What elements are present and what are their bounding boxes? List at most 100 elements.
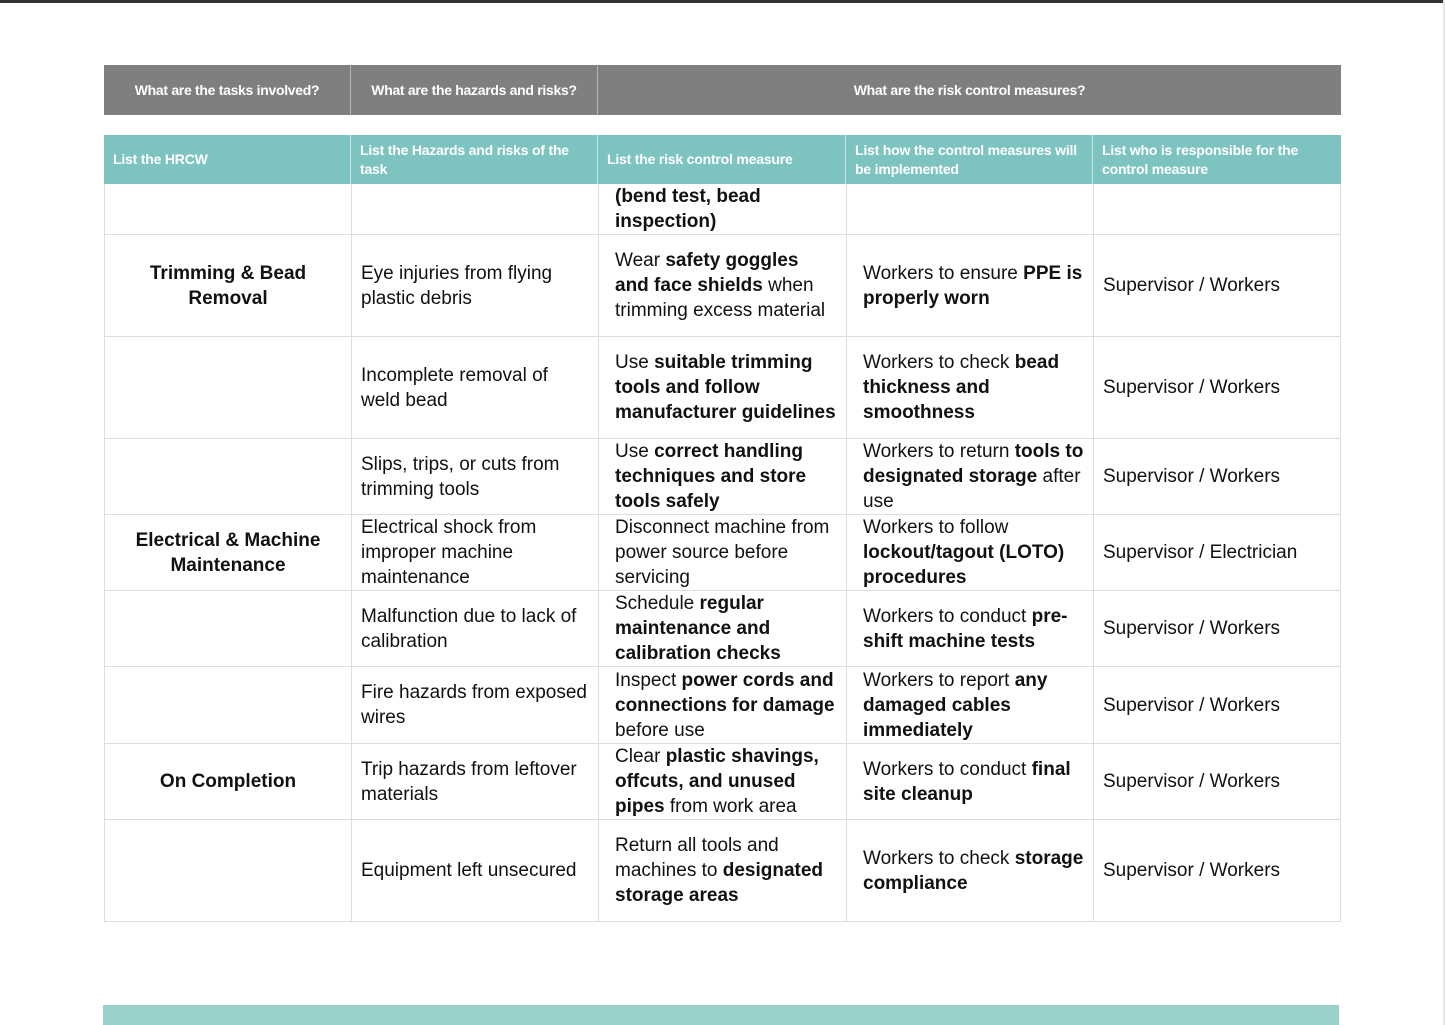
implement-text: Workers to conduct pre-shift machine tes… [863, 604, 1084, 654]
hazard-text: Eye injuries from flying plastic debris [361, 262, 553, 309]
task-cell [104, 439, 351, 514]
implement-text: Workers to conduct final site cleanup [863, 757, 1084, 807]
hazard-cell: Slips, trips, or cuts from trimming tool… [351, 439, 598, 514]
control-text: Wear safety goggles and face shields whe… [615, 248, 837, 323]
table-row: Electrical & Machine Maintenance Electric… [104, 515, 1341, 591]
control-cell: Clear plastic shavings, offcuts, and unu… [598, 744, 846, 819]
text-segment: Workers to conduct [863, 605, 1032, 627]
table-row: Incomplete removal of weld bead Use suita… [104, 337, 1341, 439]
task-cell [104, 820, 351, 921]
responsible-text: Supervisor / Electrician [1103, 542, 1298, 563]
implementation-cell: Workers to ensure PPE is properly worn [846, 235, 1093, 336]
task-cell: On Completion [104, 744, 351, 819]
implementation-cell: Workers to conduct pre-shift machine tes… [846, 591, 1093, 666]
responsible-cell: Supervisor / Workers [1093, 235, 1341, 336]
control-text: Schedule regular maintenance and calibra… [615, 591, 837, 666]
subheader-hrcw: List the HRCW [104, 135, 351, 184]
control-cell: Return all tools and machines to designa… [598, 820, 846, 921]
task-text: Trimming & Bead Removal [149, 262, 307, 309]
text-segment: from work area [664, 796, 797, 817]
hazard-cell: Malfunction due to lack of calibration [351, 591, 598, 666]
table-row: Slips, trips, or cuts from trimming tool… [104, 439, 1341, 515]
implement-text: Workers to follow lockout/tagout (LOTO) … [863, 515, 1084, 590]
task-cell [104, 591, 351, 666]
responsible-text: Supervisor / Workers [1103, 694, 1281, 716]
task-cell: Electrical & Machine Maintenance [104, 515, 351, 590]
subheader-implementation: List how the control measures will be im… [846, 135, 1093, 184]
control-cell: (bend test, bead inspection) [598, 184, 846, 234]
control-text: Clear plastic shavings, offcuts, and unu… [615, 744, 837, 819]
control-text: Disconnect machine from power source bef… [615, 515, 837, 590]
responsible-cell: Supervisor / Workers [1093, 744, 1341, 819]
task-cell [104, 184, 351, 234]
text-segment: Inspect [615, 669, 682, 691]
risk-table: (bend test, bead inspection) Trimming & B… [104, 184, 1341, 922]
control-cell: Use correct handling techniques and stor… [598, 439, 846, 514]
text-segment: Use [615, 441, 655, 462]
text-segment: Workers to report [863, 669, 1015, 691]
implementation-cell: Workers to conduct final site cleanup [846, 744, 1093, 819]
text-segment: Schedule [615, 593, 700, 614]
responsible-cell [1093, 184, 1341, 234]
bold-segment: lockout/tagout (LOTO) procedures [863, 542, 1065, 588]
bold-segment: (bend test, bead inspection) [615, 186, 761, 232]
control-cell: Inspect power cords and connections for … [598, 667, 846, 743]
responsible-text: Supervisor / Workers [1103, 377, 1281, 398]
implement-text: Workers to check storage compliance [863, 846, 1084, 896]
control-cell: Use suitable trimming tools and follow m… [598, 337, 846, 438]
header-row-questions: What are the tasks involved? What are th… [104, 65, 1341, 115]
subheader-hazards: List the Hazards and risks of the task [351, 135, 598, 184]
text-segment: Workers to ensure [863, 262, 1024, 284]
task-text: Electrical & Machine Maintenance [135, 529, 321, 576]
control-text: (bend test, bead inspection) [615, 184, 837, 234]
hazard-cell: Electrical shock from improper machine m… [351, 515, 598, 590]
text-segment: before use [615, 719, 705, 741]
responsible-cell: Supervisor / Workers [1093, 337, 1341, 438]
hazard-text: Electrical shock from improper machine m… [361, 517, 537, 588]
implementation-cell: Workers to check bead thickness and smoo… [846, 337, 1093, 438]
hazard-cell: Fire hazards from exposed wires [351, 667, 598, 743]
table-row: (bend test, bead inspection) [104, 184, 1341, 235]
hazard-cell: Equipment left unsecured [351, 820, 598, 921]
implementation-cell: Workers to report any damaged cables imm… [846, 667, 1093, 743]
text-segment: Clear [615, 746, 666, 767]
implement-text: Workers to report any damaged cables imm… [863, 668, 1084, 743]
text-segment: Workers to conduct [863, 758, 1032, 780]
hazard-cell: Eye injuries from flying plastic debris [351, 235, 598, 336]
control-cell: Wear safety goggles and face shields whe… [598, 235, 846, 336]
table-row: Trimming & Bead Removal Eye injuries from… [104, 235, 1341, 337]
responsible-cell: Supervisor / Electrician [1093, 515, 1341, 590]
text-segment: Workers to return [863, 441, 1015, 462]
task-cell: Trimming & Bead Removal [104, 235, 351, 336]
control-cell: Disconnect machine from power source bef… [598, 515, 846, 590]
responsible-text: Supervisor / Workers [1103, 275, 1281, 296]
responsible-cell: Supervisor / Workers [1093, 820, 1341, 921]
header-tasks: What are the tasks involved? [104, 65, 351, 115]
implement-text: Workers to return tools to designated st… [863, 439, 1084, 514]
implement-text: Workers to ensure PPE is properly worn [863, 261, 1084, 311]
table-row: Equipment left unsecured Return all tools… [104, 820, 1341, 922]
control-text: Use correct handling techniques and stor… [615, 439, 837, 514]
implementation-cell: Workers to follow lockout/tagout (LOTO) … [846, 515, 1093, 590]
hazard-text: Incomplete removal of weld bead [361, 364, 548, 411]
footer-bar [103, 1005, 1339, 1025]
hazard-text: Malfunction due to lack of calibration [361, 605, 577, 652]
responsible-cell: Supervisor / Workers [1093, 591, 1341, 666]
text-segment: Workers to check [863, 847, 1015, 869]
subheader-responsible: List who is responsible for the control … [1102, 141, 1299, 177]
task-cell [104, 667, 351, 743]
implementation-cell: Workers to check storage compliance [846, 820, 1093, 921]
task-cell [104, 337, 351, 438]
table-row: On Completion Trip hazards from leftover … [104, 744, 1341, 820]
implement-text: Workers to check bead thickness and smoo… [863, 350, 1084, 425]
responsible-cell: Supervisor / Workers [1093, 439, 1341, 514]
table-row: Malfunction due to lack of calibration Sc… [104, 591, 1341, 667]
control-cell: Schedule regular maintenance and calibra… [598, 591, 846, 666]
hazard-cell: Trip hazards from leftover materials [351, 744, 598, 819]
top-border [0, 0, 1445, 3]
implementation-cell [846, 184, 1093, 234]
table-row: Fire hazards from exposed wires Inspect p… [104, 667, 1341, 744]
responsible-cell: Supervisor / Workers [1093, 667, 1341, 743]
hazard-text: Slips, trips, or cuts from trimming tool… [361, 453, 560, 500]
text-segment: Workers to follow [863, 517, 1009, 538]
